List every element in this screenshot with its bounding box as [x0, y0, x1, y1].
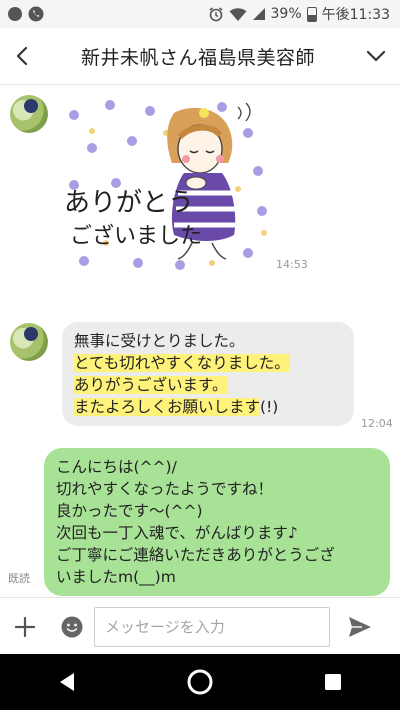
outgoing-message-bubble[interactable]: こんにちは(^^)/ 切れやすくなったようですね！ 良かったです〜(^^) 次回… [44, 448, 390, 596]
message-line: 無事に受けとりました。 [74, 332, 245, 350]
message-line: またよろしくお願いします(!) [74, 396, 342, 418]
add-button[interactable] [0, 598, 50, 655]
message-line: 次回も一丁入魂で、がんばります♪ [56, 524, 298, 542]
wifi-icon [229, 7, 247, 21]
read-receipt: 既読 [8, 572, 30, 585]
message-line-suffix: (!) [260, 398, 279, 416]
sticker-text-2: ございました [70, 223, 202, 249]
message-line: 切れやすくなったようですね！ [56, 480, 274, 498]
sticker-text-1: ありがとう [64, 188, 194, 218]
avatar[interactable] [10, 323, 48, 361]
system-nav-bar [0, 654, 400, 710]
message-time: 12:04 [361, 417, 393, 430]
status-left [0, 6, 44, 22]
message-line: こんにちは(^^)/ [56, 458, 177, 476]
signal-icon [252, 8, 265, 20]
nav-home-button[interactable] [170, 654, 230, 710]
chat-header: 新井未帆さん福島県美容師 [0, 28, 400, 85]
status-bar: 39% 午後11:33 [0, 0, 400, 28]
highlighted-text: とても切れやすくなりました。 [74, 354, 290, 372]
avatar[interactable] [10, 95, 48, 133]
message-line: とても切れやすくなりました。 [74, 352, 342, 374]
alarm-icon [209, 7, 223, 22]
battery-icon [306, 6, 317, 22]
emoji-button[interactable] [50, 598, 94, 655]
send-button[interactable] [330, 598, 390, 655]
notification-icon [8, 7, 22, 21]
chevron-down-icon [366, 50, 386, 62]
highlighted-text: ありがうございます。 [74, 376, 228, 394]
send-icon [349, 616, 371, 637]
message-line: いましたm(__)m [56, 568, 176, 586]
highlighted-text: またよろしくお願いします [74, 398, 261, 416]
message-line: ご丁寧にご連絡いただきありがとうござ [56, 546, 335, 564]
emoji-icon [61, 616, 83, 637]
chat-title: 新井未帆さん福島県美容師 [80, 46, 315, 69]
back-button[interactable] [0, 28, 44, 84]
chat-menu-button[interactable] [352, 28, 400, 84]
plus-icon [15, 616, 35, 637]
status-right: 39% 午後11:33 [208, 4, 400, 24]
phone-icon [28, 6, 44, 22]
incoming-message-bubble[interactable]: 無事に受けとりました。 とても切れやすくなりました。 ありがうございます。 また… [62, 322, 354, 426]
message-time: 14:53 [276, 258, 308, 271]
message-input-bar [0, 597, 400, 655]
sticker-image: ありがとう ございました [64, 100, 267, 270]
message-input[interactable] [94, 606, 330, 647]
chevron-left-icon [16, 46, 28, 66]
clock: 午後11:33 [321, 7, 390, 23]
message-line: 良かったです〜(^^) [56, 502, 203, 520]
sticker-message[interactable]: ありがとう ございました [62, 93, 272, 273]
nav-back-button[interactable] [37, 654, 97, 710]
back-triangle-icon [59, 673, 74, 691]
nav-recents-button[interactable] [303, 654, 363, 710]
recents-square-icon [325, 674, 342, 690]
battery-percent: 39% [270, 6, 302, 22]
home-circle-icon [187, 669, 213, 695]
chat-area[interactable]: ありがとう ございました 14:53 無事に受けとりました。 とても切れやすくな… [0, 85, 400, 597]
message-line: ありがうございます。 [74, 374, 342, 396]
